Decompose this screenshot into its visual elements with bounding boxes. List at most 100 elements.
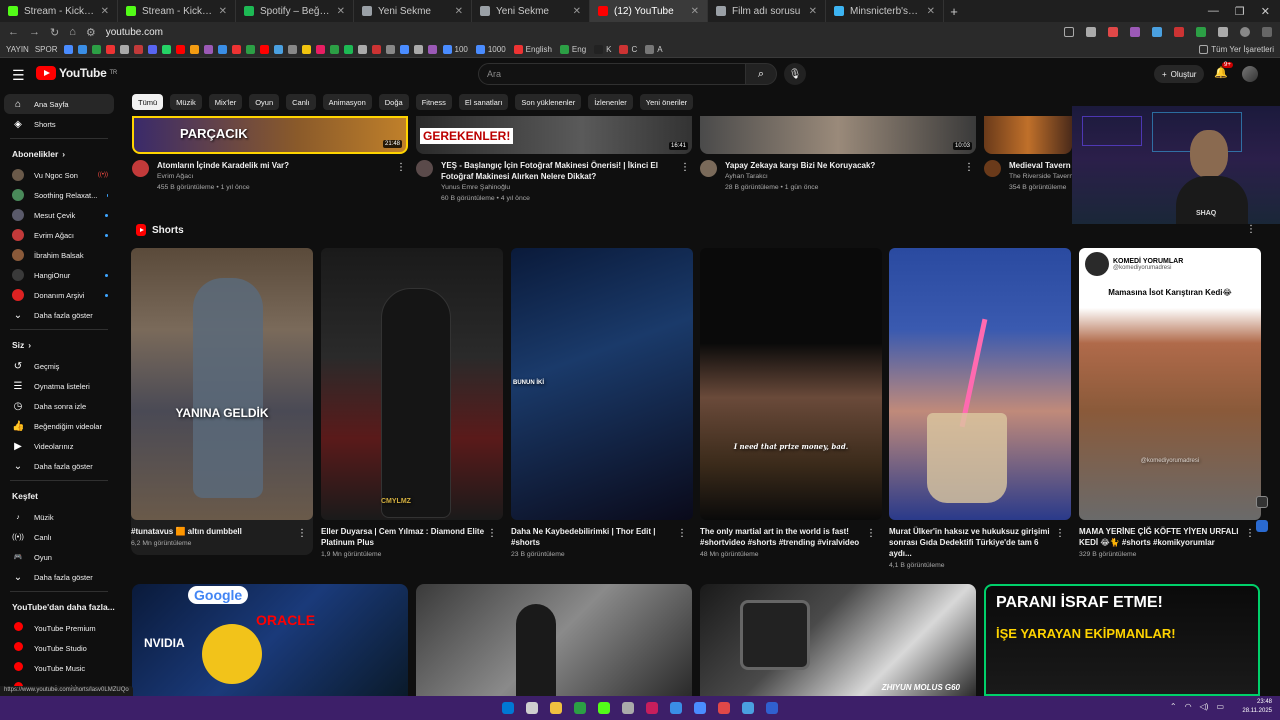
browser-tab[interactable]: Yeni Sekme ✕ [472, 0, 590, 22]
bookmark-item[interactable]: 100 [442, 45, 468, 54]
bookmark-icon[interactable] [427, 45, 437, 54]
extension-icon[interactable] [1174, 27, 1184, 37]
bookmark-icon[interactable] [273, 45, 283, 54]
extension-icon[interactable] [1108, 27, 1118, 37]
wifi-icon[interactable]: ◠ [1185, 702, 1192, 711]
taskbar-app-icon[interactable] [718, 702, 730, 714]
more-options-icon[interactable]: ⋮ [866, 528, 876, 539]
shorts-more-icon[interactable]: ⋮ [1246, 224, 1256, 235]
sidebar-item-subscription[interactable]: Donanım Arşivi [0, 285, 118, 305]
bookmark-icon[interactable] [203, 45, 213, 54]
browser-tab[interactable]: Minsnicterb's profile - AniList ✕ [826, 0, 944, 22]
taskbar-app-icon[interactable] [622, 702, 634, 714]
video-thumbnail[interactable]: GEREKENLER! 16:41 [416, 116, 692, 154]
filter-chip[interactable]: Canlı [286, 94, 316, 110]
taskbar-app-icon[interactable] [766, 702, 778, 714]
bookmark-icon[interactable] [175, 45, 185, 54]
more-options-icon[interactable]: ⋮ [487, 528, 497, 539]
short-thumbnail[interactable]: YANINA GELDİK [131, 248, 313, 520]
sidebar-item-explore[interactable]: ♪ Müzik [0, 507, 118, 527]
you-heading[interactable]: Siz › [0, 334, 118, 356]
bookmark-icon[interactable] [77, 45, 87, 54]
youtube-logo[interactable]: YouTube TR [36, 66, 117, 80]
volume-icon[interactable]: ◁) [1200, 702, 1209, 711]
sidebar-item-show-more[interactable]: ⌄ Daha fazla göster [0, 305, 118, 325]
bookmark-icon[interactable] [301, 45, 311, 54]
more-options-icon[interactable]: ⋮ [680, 162, 690, 173]
sidebar-item-youtube-app[interactable]: YouTube Studio [0, 638, 118, 658]
avatar[interactable] [1242, 66, 1258, 82]
bookmark-icon[interactable] [189, 45, 199, 54]
video-title[interactable]: Yapay Zekaya karşı Bizi Ne Koruyacak? [725, 160, 965, 171]
taskbar-app-icon[interactable] [574, 702, 586, 714]
sidebar-item-show-more[interactable]: ⌄ Daha fazla göster [0, 567, 118, 587]
short-thumbnail[interactable]: BUNUN İKİ [511, 248, 693, 520]
bookmark-icon[interactable] [63, 45, 73, 54]
sidebar-item-explore[interactable]: 🎮 Oyun [0, 547, 118, 567]
browser-tab[interactable]: Stream - Kick Dashboard ✕ [0, 0, 118, 22]
more-options-icon[interactable]: ⋮ [396, 162, 406, 173]
filter-chip[interactable]: Son yüklenenler [515, 94, 582, 110]
sidebar-item-home[interactable]: ⌂ Ana Sayfa [4, 94, 114, 114]
video-thumbnail[interactable] [984, 116, 1072, 154]
short-thumbnail[interactable]: KOMEDİ YORUMLAR @komediyorumadresi Mamasın… [1079, 248, 1261, 520]
close-tab-icon[interactable]: ✕ [691, 6, 699, 17]
short-card[interactable]: BUNUN İKİ Daha Ne Kaybedebilirimki | Thor… [511, 248, 693, 558]
clock[interactable]: 23:48 28.11.2025 [1242, 698, 1272, 716]
taskbar-app-icon[interactable] [670, 702, 682, 714]
video-thumbnail[interactable]: PARÇACIK 21:48 [132, 116, 408, 154]
bookmark-icon[interactable] [231, 45, 241, 54]
sidebar-item-you[interactable]: ☰ Oynatma listeleri [0, 376, 118, 396]
notifications-bell-icon[interactable]: 🔔 9+ [1214, 62, 1233, 79]
sidebar-item-subscription[interactable]: Mesut Çevik [0, 205, 118, 225]
bookmark-icon[interactable] [91, 45, 101, 54]
filter-chip[interactable]: Mix'ler [208, 94, 243, 110]
extension-icon[interactable] [1218, 27, 1228, 37]
site-info-icon[interactable]: ⚙ [86, 26, 96, 39]
video-title[interactable]: Atomların İçinde Karadelik mi Var? [157, 160, 397, 171]
close-tab-icon[interactable]: ✕ [573, 6, 581, 17]
more-options-icon[interactable]: ⋮ [1055, 528, 1065, 539]
create-button[interactable]: + Oluştur [1154, 65, 1205, 83]
close-window-icon[interactable]: ✕ [1261, 5, 1270, 18]
sidebar-item-subscription[interactable]: İbrahim Balsak [0, 245, 118, 265]
menu-icon[interactable] [1262, 27, 1272, 37]
side-panel-icon[interactable] [1256, 520, 1268, 532]
filter-chip[interactable]: Oyun [249, 94, 280, 110]
more-options-icon[interactable]: ⋮ [964, 162, 974, 173]
more-options-icon[interactable]: ⋮ [1245, 528, 1255, 539]
sidebar-item-subscription[interactable]: Soothing Relaxat... [0, 185, 118, 205]
channel-name[interactable]: Yunus Emre Şahinoğlu [441, 182, 681, 193]
home-icon[interactable]: ⌂ [69, 26, 76, 38]
browser-tab[interactable]: Stream - Kick Dashboard ✕ [118, 0, 236, 22]
bookmark-icon[interactable] [371, 45, 381, 54]
bookmark-icon[interactable] [385, 45, 395, 54]
bookmark-icon[interactable] [287, 45, 297, 54]
side-panel-icon[interactable] [1256, 496, 1268, 508]
video-thumbnail[interactable]: ZHIYUN MOLUS G60 [700, 584, 976, 696]
close-tab-icon[interactable]: ✕ [337, 6, 345, 17]
taskbar-app-icon[interactable] [598, 702, 610, 714]
bookmark-item[interactable]: English [513, 45, 552, 54]
sidebar-item-shorts[interactable]: ◈ Shorts [0, 114, 118, 134]
sidebar-item-youtube-app[interactable]: YouTube Music [0, 658, 118, 678]
browser-tab[interactable]: Film adı sorusu ✕ [708, 0, 826, 22]
taskbar-app-icon[interactable] [550, 702, 562, 714]
channel-name[interactable]: Ayhan Tarakcı [725, 171, 965, 182]
video-thumbnail[interactable]: Google ORACLE NVIDIA [132, 584, 408, 696]
bookmark-item[interactable]: K [594, 45, 611, 54]
video-thumbnail[interactable] [416, 584, 692, 696]
video-thumbnail[interactable]: 10:03 [700, 116, 976, 154]
channel-avatar[interactable] [132, 160, 149, 177]
browser-tab[interactable]: Spotify – Beğenilen Şarkılar ✕ [236, 0, 354, 22]
chevron-up-icon[interactable]: ⌃ [1170, 702, 1177, 711]
bookmark-icon[interactable] [329, 45, 339, 54]
extension-icon[interactable] [1152, 27, 1162, 37]
short-title[interactable]: Eller Duyarsa | Cem Yılmaz : Diamond Eli… [321, 526, 487, 548]
sidebar-item-you[interactable]: ↺ Geçmiş [0, 356, 118, 376]
filter-chip[interactable]: Doğa [378, 94, 409, 110]
taskbar-app-icon[interactable] [694, 702, 706, 714]
cast-icon[interactable] [1064, 27, 1074, 37]
hamburger-menu-icon[interactable]: ☰ [12, 67, 25, 84]
sidebar-item-subscription[interactable]: HangiOnur [0, 265, 118, 285]
